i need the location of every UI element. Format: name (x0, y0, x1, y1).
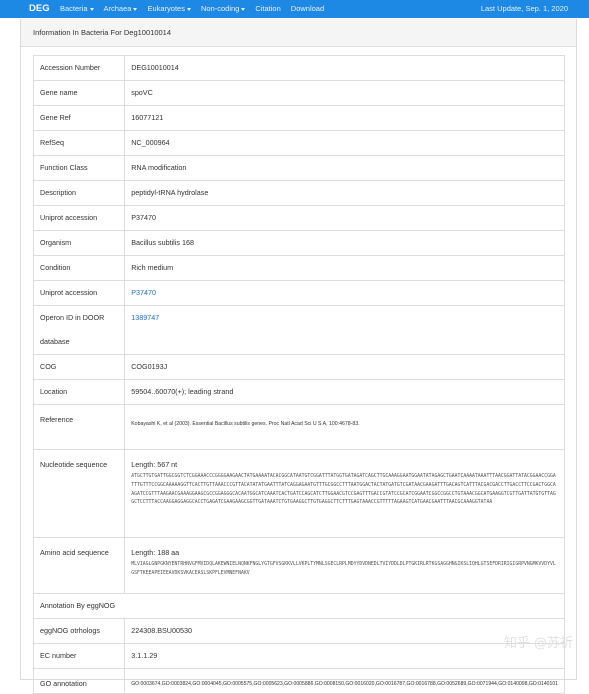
aminoacid-value: Length: 188 aa MLVIAGLGNPGKNYENTRHNVGFMV… (124, 537, 565, 594)
nucleotide-value: Length: 567 nt ATGCTTGTGATTGGCGGTCTCGGAA… (124, 449, 565, 538)
row-value: RNA modification (124, 155, 565, 181)
row-value: 59504..60070(+); leading strand (124, 379, 565, 405)
row-value: NC_000964 (124, 130, 565, 156)
info-panel: Information In Bacteria For Deg10010014 … (20, 19, 577, 694)
row-value: COG0193J (124, 354, 565, 380)
chevron-down-icon (133, 7, 138, 11)
row-key: EC number (32, 643, 126, 669)
row-key: Accession Number (32, 55, 126, 81)
table-row: COG COG0193J (32, 354, 565, 380)
eggnog-section-title: Annotation By eggNOG (33, 593, 565, 619)
top-navbar: DEG Bacteria Archaea Eukaryotes Non-codi… (0, 0, 589, 18)
row-value: DEG10010014 (124, 55, 565, 81)
table-row: Description peptidyl-tRNA hydrolase (32, 180, 565, 206)
row-value: P37470 (124, 280, 565, 306)
chevron-down-icon (89, 7, 94, 11)
nav-non-coding[interactable]: Non-coding (201, 4, 246, 13)
row-key: Amino acid sequence (32, 537, 126, 594)
reference-text: Kobayashi K, et al (2003). Essential Bac… (124, 404, 565, 450)
nav-menu: Bacteria Archaea Eukaryotes Non-coding C… (60, 4, 324, 13)
row-key: GO annotation (32, 668, 126, 694)
go-row: GO annotation GO:0003674,GO:0003824,GO:0… (32, 668, 565, 694)
nav-bacteria[interactable]: Bacteria (60, 4, 94, 13)
nucleotide-sequence: ATGCTTGTGATTGGCGGTCTCGGAAACCCGGGGAAGAACT… (131, 474, 556, 506)
aminoacid-row: Amino acid sequence Length: 188 aa MLVIA… (32, 537, 565, 594)
nucleotide-length: Length: 567 nt (131, 460, 178, 469)
row-key: COG (32, 354, 126, 380)
table-row: Uniprot accession P37470 (32, 280, 565, 306)
table-row: RefSeq NC_000964 (32, 130, 565, 156)
gene-info-table: Accession Number DEG10010014 Gene name spo… (32, 55, 565, 694)
aminoacid-sequence: MLVIAGLGNPGKNYENTRHNVGFMVIDQLAKEWNIELNQN… (131, 562, 556, 576)
nav-archaea[interactable]: Archaea (104, 4, 138, 13)
panel-title: Information In Bacteria For Deg10010014 (21, 19, 576, 47)
row-key: Gene name (32, 80, 126, 106)
chevron-down-icon (241, 7, 246, 11)
row-key: eggNOG otrhologs (32, 618, 126, 644)
row-value: Rich medium (124, 255, 565, 281)
row-key: RefSeq (32, 130, 126, 156)
row-key: Nucleotide sequence (32, 449, 126, 538)
row-key: Organism (32, 230, 126, 256)
row-value: P37470 (124, 205, 565, 231)
table-row: Organism Bacillus subtilis 168 (32, 230, 565, 256)
table-row: EC number 3.1.1.29 (32, 643, 565, 669)
row-key: Location (32, 379, 126, 405)
nav-eukaryotes[interactable]: Eukaryotes (147, 4, 191, 13)
row-value: peptidyl-tRNA hydrolase (124, 180, 565, 206)
table-row: Operon ID in DOOR database 1389747 (32, 305, 565, 355)
eggnog-section-row: Annotation By eggNOG (33, 593, 565, 619)
uniprot-link[interactable]: P37470 (131, 288, 156, 297)
go-value: GO:0003674,GO:0003824,GO:0004045,GO:0005… (124, 668, 565, 694)
table-row: Gene name spoVC (32, 80, 565, 106)
table-row: eggNOG otrhologs 224308.BSU00530 (32, 618, 565, 644)
table-row: Function Class RNA modification (32, 155, 565, 181)
row-key: Operon ID in DOOR database (32, 305, 126, 355)
nav-citation[interactable]: Citation (255, 4, 280, 13)
table-row: Condition Rich medium (32, 255, 565, 281)
table-row: Uniprot accession P37470 (32, 205, 565, 231)
aminoacid-length: Length: 188 aa (131, 548, 180, 557)
nucleotide-row: Nucleotide sequence Length: 567 nt ATGCT… (32, 449, 565, 538)
nav-download[interactable]: Download (291, 4, 324, 13)
row-value: 1389747 (124, 305, 565, 355)
row-value: Bacillus subtilis 168 (124, 230, 565, 256)
table-row: Gene Ref 16077121 (32, 105, 565, 131)
row-key: Reference (32, 404, 126, 450)
chevron-down-icon (186, 7, 191, 11)
last-update-text: Last Update, Sep. 1, 2020 (480, 4, 568, 13)
table-row: Accession Number DEG10010014 (32, 55, 565, 81)
door-operon-link[interactable]: 1389747 (131, 313, 159, 322)
reference-row: Reference Kobayashi K, et al (2003). Ess… (32, 404, 565, 450)
row-key: Uniprot accession (32, 205, 126, 231)
row-key: Description (32, 180, 126, 206)
row-key: Gene Ref (32, 105, 126, 131)
watermark-text: 知乎 @苏祈 (503, 636, 573, 651)
row-key: Uniprot accession (32, 280, 126, 306)
row-value: 3.1.1.29 (124, 643, 565, 669)
row-value: 16077121 (124, 105, 565, 131)
table-row: Location 59504..60070(+); leading strand (32, 379, 565, 405)
row-key: Function Class (32, 155, 126, 181)
row-value: spoVC (124, 80, 565, 106)
row-value: 224308.BSU00530 (124, 618, 565, 644)
row-key: Condition (32, 255, 126, 281)
brand-logo[interactable]: DEG (29, 3, 50, 14)
